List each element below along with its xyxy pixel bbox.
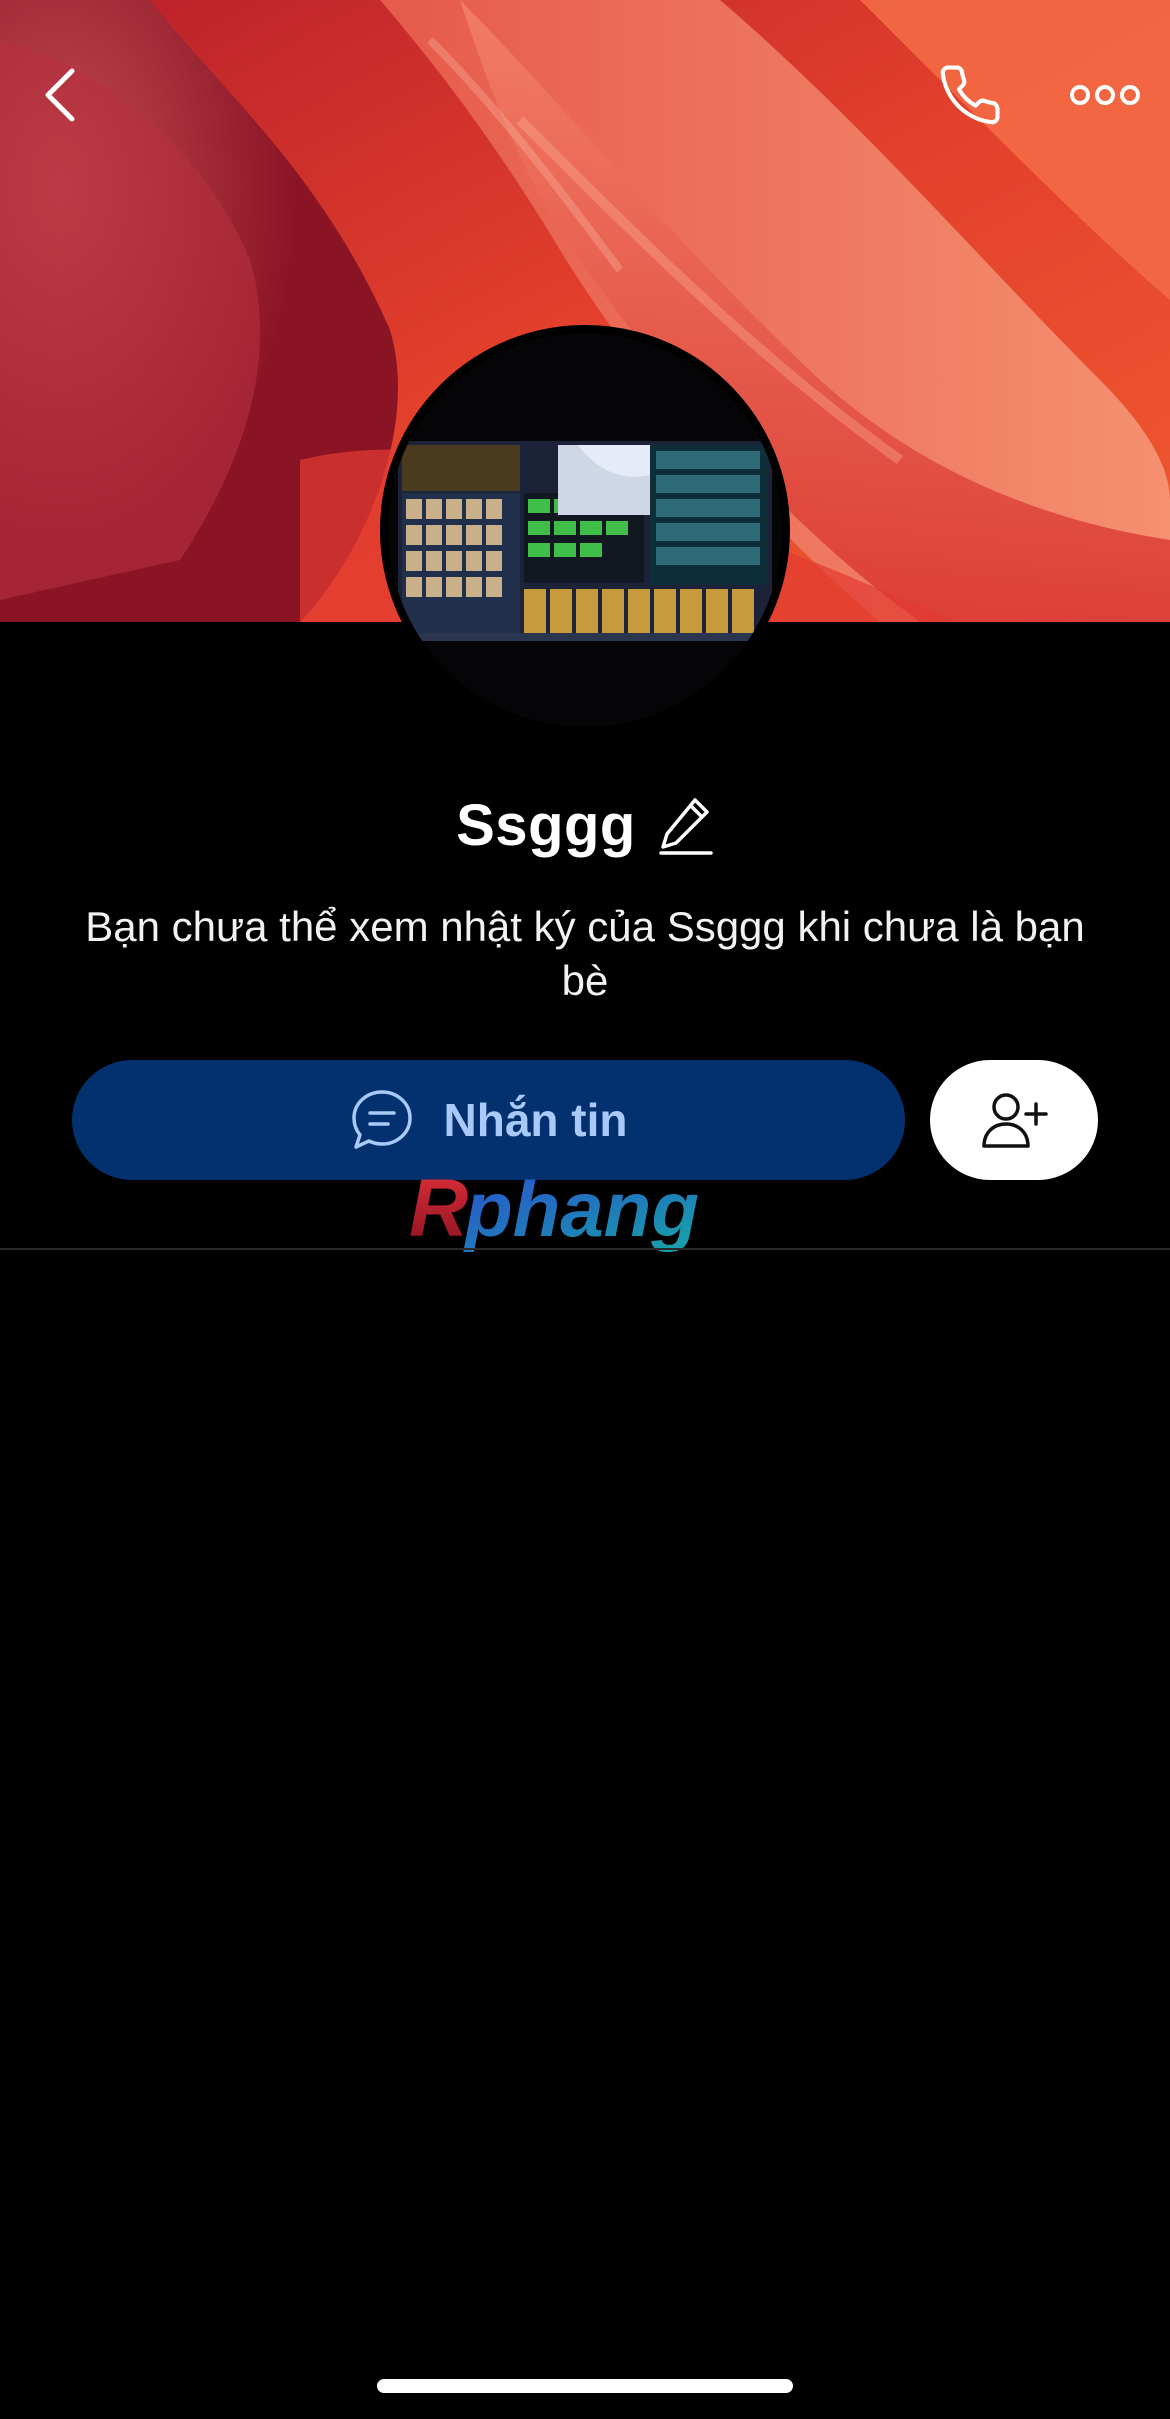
profile-name-row: Ssggg	[0, 785, 1170, 865]
send-message-label: Nhắn tin	[443, 1094, 628, 1146]
add-friend-button[interactable]	[930, 1060, 1098, 1180]
call-button[interactable]	[930, 55, 1010, 135]
edit-name-button[interactable]	[658, 794, 714, 856]
privacy-notice: Bạn chưa thể xem nhật ký của Ssggg khi c…	[85, 903, 1085, 1004]
profile-avatar[interactable]	[380, 325, 790, 735]
more-horizontal-icon	[1070, 85, 1140, 105]
profile-name: Ssggg	[456, 792, 636, 858]
home-indicator[interactable]	[377, 2379, 793, 2393]
avatar-image	[388, 333, 782, 727]
svg-text:phang: phang	[463, 1165, 699, 1253]
chat-bubble-icon	[351, 1090, 412, 1149]
rphang-watermark-logo: R phang	[405, 1158, 775, 1268]
chevron-left-icon	[45, 68, 75, 122]
pencil-icon	[659, 798, 713, 855]
back-button[interactable]	[30, 55, 90, 135]
svg-text:R: R	[409, 1163, 468, 1254]
phone-icon	[940, 65, 1000, 125]
section-divider	[0, 1248, 1170, 1250]
add-user-icon	[982, 1093, 1048, 1148]
more-options-button[interactable]	[1060, 55, 1150, 135]
